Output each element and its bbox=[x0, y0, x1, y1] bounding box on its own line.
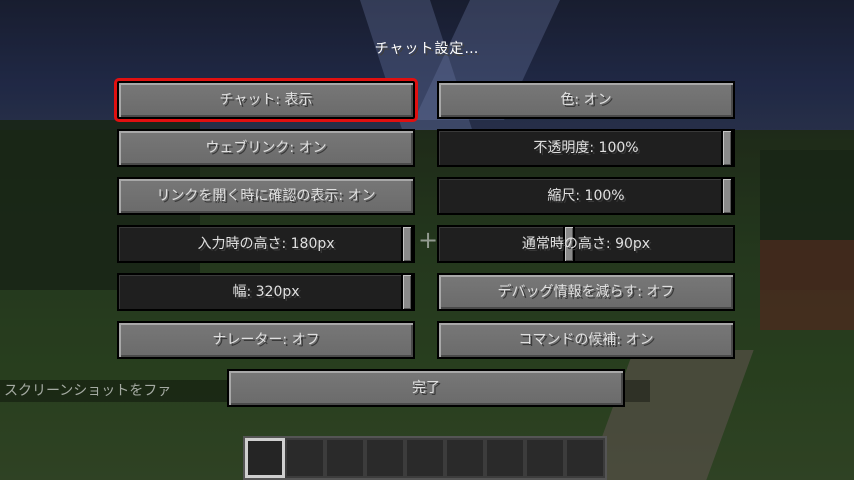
unfocused-height-slider[interactable]: 通常時の高さ: 90px bbox=[437, 225, 735, 263]
chat-opacity-slider[interactable]: 不透明度: 100% bbox=[437, 129, 735, 167]
hotbar-slot[interactable] bbox=[405, 438, 445, 478]
focused-height-label: 入力時の高さ: 180px bbox=[197, 236, 335, 252]
done-label: 完了 bbox=[412, 380, 440, 396]
crosshair-icon: + bbox=[418, 226, 439, 254]
chat-scale-slider[interactable]: 縮尺: 100% bbox=[437, 177, 735, 215]
narrator-label: ナレーター: オフ bbox=[212, 332, 320, 348]
chat-visibility-label: チャット: 表示 bbox=[219, 92, 313, 108]
chat-message-text: スクリーンショットをファ bbox=[4, 383, 172, 399]
hotbar-slot[interactable] bbox=[365, 438, 405, 478]
chat-scale-label: 縮尺: 100% bbox=[547, 188, 625, 204]
prompt-on-links-button[interactable]: リンクを開く時に確認の表示: オン bbox=[117, 177, 415, 215]
chat-visibility-button[interactable]: チャット: 表示 bbox=[114, 78, 418, 122]
prompt-on-links-label: リンクを開く時に確認の表示: オン bbox=[156, 188, 376, 204]
reduced-debug-info-button[interactable]: デバッグ情報を減らす: オフ bbox=[437, 273, 735, 311]
web-links-button[interactable]: ウェブリンク: オン bbox=[117, 129, 415, 167]
hotbar-slot[interactable] bbox=[525, 438, 565, 478]
hotbar bbox=[243, 436, 607, 480]
hotbar-slot-selected[interactable] bbox=[245, 438, 285, 478]
chat-width-label: 幅: 320px bbox=[232, 284, 300, 300]
chat-opacity-label: 不透明度: 100% bbox=[533, 140, 639, 156]
focused-height-slider[interactable]: 入力時の高さ: 180px bbox=[117, 225, 415, 263]
chat-colors-label: 色: オン bbox=[560, 92, 612, 108]
command-suggestions-label: コマンドの候補: オン bbox=[518, 332, 654, 348]
slider-handle[interactable] bbox=[721, 177, 733, 215]
slider-handle[interactable] bbox=[401, 273, 413, 311]
command-suggestions-button[interactable]: コマンドの候補: オン bbox=[437, 321, 735, 359]
chat-colors-button[interactable]: 色: オン bbox=[437, 81, 735, 119]
hotbar-slot[interactable] bbox=[565, 438, 605, 478]
slider-handle[interactable] bbox=[401, 225, 413, 263]
screen-title: チャット設定… bbox=[374, 41, 480, 57]
chat-width-slider[interactable]: 幅: 320px bbox=[117, 273, 415, 311]
narrator-button[interactable]: ナレーター: オフ bbox=[117, 321, 415, 359]
hotbar-slot[interactable] bbox=[485, 438, 525, 478]
hotbar-slot[interactable] bbox=[325, 438, 365, 478]
hotbar-slot[interactable] bbox=[445, 438, 485, 478]
hotbar-slot[interactable] bbox=[285, 438, 325, 478]
done-button[interactable]: 完了 bbox=[227, 369, 625, 407]
web-links-label: ウェブリンク: オン bbox=[205, 140, 327, 156]
slider-handle[interactable] bbox=[721, 129, 733, 167]
unfocused-height-label: 通常時の高さ: 90px bbox=[521, 236, 651, 252]
reduced-debug-info-label: デバッグ情報を減らす: オフ bbox=[497, 284, 675, 300]
